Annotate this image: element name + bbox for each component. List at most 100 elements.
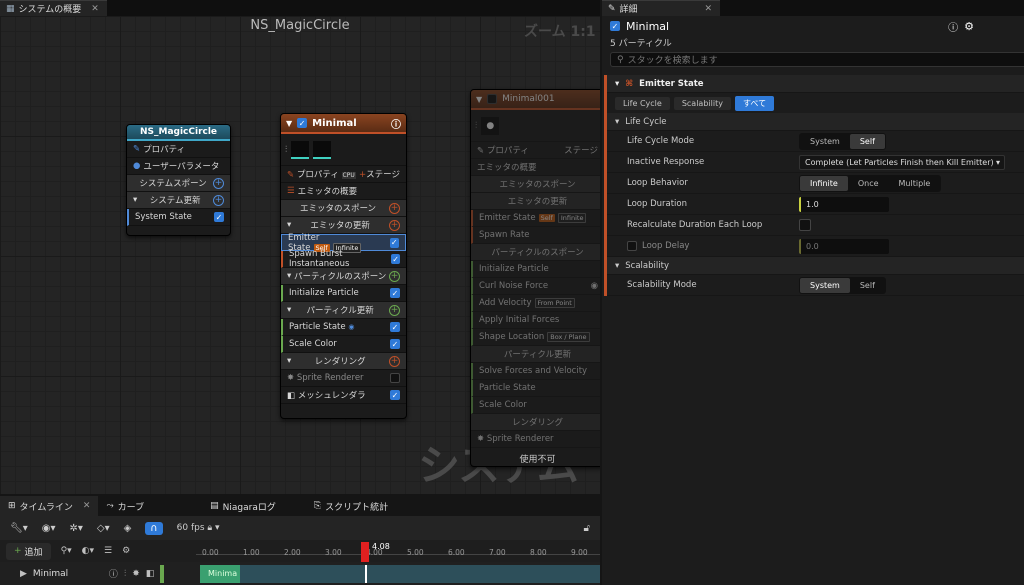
emitter-node-minimal[interactable]: ▼ ✓ Minimal ⓘ ⫶ ✎ プロパティ CPU +ステージ ☰ エミッタの概… xyxy=(280,113,407,419)
loop-delay-checkbox[interactable] xyxy=(627,241,637,251)
add-icon[interactable]: + xyxy=(213,194,224,206)
shape-location-row[interactable]: Shape Location Box / Plane xyxy=(471,329,600,346)
filter-icon[interactable]: ⚲▾ xyxy=(61,546,72,556)
emitter-properties-row[interactable]: ✎ プロパティ ステージ xyxy=(471,142,600,159)
snap-icon[interactable]: ◈ xyxy=(124,523,132,534)
info-icon[interactable]: ⓘ xyxy=(391,116,401,131)
collapse-icon[interactable]: ▼ xyxy=(476,95,482,104)
enable-checkbox[interactable] xyxy=(390,373,400,383)
node-graph[interactable]: NS_MagicCircle ズーム 1:1 システム NS_MagicCirc… xyxy=(0,16,600,494)
particle-state-row[interactable]: Particle State ◉ ✓ xyxy=(281,319,406,336)
info-icon[interactable]: ⓘ xyxy=(109,567,118,580)
option-self[interactable]: Self xyxy=(850,278,885,293)
add-velocity-row[interactable]: Add Velocity From Point xyxy=(471,295,600,312)
system-state-row[interactable]: System State ✓ xyxy=(127,209,230,226)
filter-lifecycle[interactable]: Life Cycle xyxy=(615,96,670,110)
tab-script-stats[interactable]: ⎘ スクリプト統計 xyxy=(306,496,396,516)
solve-forces-row[interactable]: Solve Forces and Velocity xyxy=(471,363,600,380)
recalc-checkbox[interactable] xyxy=(799,219,811,231)
collapse-icon[interactable]: ▼ xyxy=(286,119,292,128)
option-self[interactable]: Self xyxy=(849,133,885,149)
emitter-summary-row[interactable]: エミッタの概要 xyxy=(471,159,600,176)
scale-color-row[interactable]: Scale Color ✓ xyxy=(281,336,406,353)
menu-icon[interactable]: ☰ xyxy=(104,546,112,556)
enable-checkbox[interactable]: ✓ xyxy=(390,339,400,349)
add-icon[interactable]: + xyxy=(389,355,400,367)
expand-icon[interactable]: ▶ xyxy=(20,569,27,579)
emitter-enable-checkbox[interactable] xyxy=(487,94,498,104)
emitter-state-header[interactable]: ▾ ⌘ Emitter State xyxy=(607,75,1024,93)
inactive-response-dropdown[interactable]: Complete (Let Particles Finish then Kill… xyxy=(799,154,1005,170)
scale-color-row[interactable]: Scale Color xyxy=(471,397,600,414)
close-icon[interactable]: ✕ xyxy=(91,4,99,14)
timeline-track-minimal[interactable]: ▶ Minimal ⓘ ⫶ ✸ ◧ Minima xyxy=(0,562,600,585)
initialize-particle-row[interactable]: Initialize Particle ✓ xyxy=(281,285,406,302)
emitter-enable-checkbox[interactable]: ✓ xyxy=(610,21,620,31)
wrench-icon[interactable]: 🔧︎▾ xyxy=(10,523,28,534)
eye-icon[interactable]: ◉▾ xyxy=(42,523,56,534)
emitter-enable-checkbox[interactable]: ✓ xyxy=(297,118,308,128)
tab-timeline[interactable]: ⊞ タイムライン ✕ xyxy=(0,496,99,516)
filter-all[interactable]: すべて xyxy=(734,95,775,111)
emitter-spawn-section[interactable]: エミッタのスポーン + xyxy=(281,200,406,217)
particle-update-section[interactable]: パーティクル更新 xyxy=(471,346,600,363)
scalability-category[interactable]: ▾ Scalability xyxy=(607,257,1024,275)
initialize-particle-row[interactable]: Initialize Particle xyxy=(471,261,600,278)
loop-behavior-toggle[interactable]: Infinite Once Multiple xyxy=(799,174,942,192)
gear-icon[interactable]: ✲▾ xyxy=(69,523,82,534)
loop-delay-input[interactable]: 0.0 xyxy=(799,238,889,254)
spawn-burst-row[interactable]: Spawn Burst Instantaneous ✓ xyxy=(281,249,406,269)
option-system[interactable]: System xyxy=(800,134,850,149)
sprite-renderer-row[interactable]: ✸ Sprite Renderer xyxy=(281,370,406,387)
close-icon[interactable]: ✕ xyxy=(83,501,91,511)
search-input[interactable]: ⚲ スタックを検索します xyxy=(610,52,1024,67)
tab-system-overview[interactable]: ▦ システムの概要 ✕ xyxy=(0,0,107,16)
eye-icon[interactable]: ◉ xyxy=(591,281,598,291)
emitter-node-minimal001[interactable]: ▼ Minimal001 ⫶ ● ✎ プロパティ ステージ エミッタの概要 エミッ… xyxy=(470,89,600,467)
system-update-section[interactable]: ▾ システム更新 + xyxy=(127,192,230,209)
tab-niagara-log[interactable]: ▤ Niagaraログ xyxy=(202,496,284,516)
system-node[interactable]: NS_MagicCircle ✎ プロパティ ● ユーザーパラメータ システムスポー… xyxy=(126,124,231,236)
enable-checkbox[interactable]: ✓ xyxy=(390,390,400,400)
fps-label[interactable]: 60 fps xyxy=(177,523,205,533)
curl-noise-row[interactable]: Curl Noise Force ◉ xyxy=(471,278,600,295)
particle-spawn-section[interactable]: ▾ パーティクルのスポーン + xyxy=(281,268,406,285)
emitter-spawn-section[interactable]: エミッタのスポーン xyxy=(471,176,600,193)
filter-scalability[interactable]: Scalability xyxy=(673,96,731,110)
lock-icon[interactable]: 🔒︎ xyxy=(207,523,212,533)
add-icon[interactable]: + xyxy=(389,304,400,316)
tab-curves[interactable]: ⤳ カーブ xyxy=(98,496,152,516)
padlock-icon[interactable]: 🔓︎ xyxy=(584,523,590,534)
loop-duration-input[interactable]: 1.0 xyxy=(799,196,889,212)
scalability-mode-toggle[interactable]: System Self xyxy=(799,276,886,294)
tab-details[interactable]: ✎ 詳細 ✕ xyxy=(602,0,720,16)
mesh-renderer-row[interactable]: ◧ メッシュレンダラ ✓ xyxy=(281,387,406,404)
settings-icon[interactable]: ⚙ xyxy=(122,546,130,556)
option-infinite[interactable]: Infinite xyxy=(800,175,848,191)
playhead-marker[interactable] xyxy=(361,542,369,562)
option-multiple[interactable]: Multiple xyxy=(889,176,941,191)
emitter-properties-row[interactable]: ✎ プロパティ CPU +ステージ xyxy=(281,166,406,183)
sprite-renderer-row[interactable]: ✸ Sprite Renderer xyxy=(471,431,600,448)
option-system[interactable]: System xyxy=(800,277,850,293)
system-properties-row[interactable]: ✎ プロパティ xyxy=(127,141,230,158)
add-track-button[interactable]: + 追加 xyxy=(6,542,51,560)
emitter-update-section[interactable]: エミッタの更新 xyxy=(471,193,600,210)
emitter-state-row[interactable]: Emitter State Self Infinite xyxy=(471,210,600,227)
info-icon[interactable]: ⓘ xyxy=(948,19,958,34)
user-parameters-row[interactable]: ● ユーザーパラメータ xyxy=(127,158,230,175)
add-icon[interactable]: + xyxy=(389,202,400,214)
add-icon[interactable]: + xyxy=(213,177,224,189)
enable-checkbox[interactable]: ✓ xyxy=(391,254,400,264)
close-icon[interactable]: ✕ xyxy=(704,4,712,14)
key-icon[interactable]: ◇▾ xyxy=(97,523,110,534)
gear-icon[interactable]: ⚙ xyxy=(964,20,974,33)
toggle-icon[interactable]: ◐▾ xyxy=(82,546,94,556)
lifecycle-mode-toggle[interactable]: System Self xyxy=(799,132,886,150)
particle-spawn-section[interactable]: パーティクルのスポーン xyxy=(471,244,600,261)
stage-label[interactable]: ステージ xyxy=(564,144,598,156)
emitter-range-bar[interactable]: Minima xyxy=(200,565,600,583)
apply-forces-row[interactable]: Apply Initial Forces xyxy=(471,312,600,329)
magnet-icon[interactable]: ∩ xyxy=(145,521,163,535)
time-ruler[interactable]: 0.00 1.00 2.00 3.00 4.00 5.00 6.00 7.00 8.00 9.00… xyxy=(196,540,600,562)
